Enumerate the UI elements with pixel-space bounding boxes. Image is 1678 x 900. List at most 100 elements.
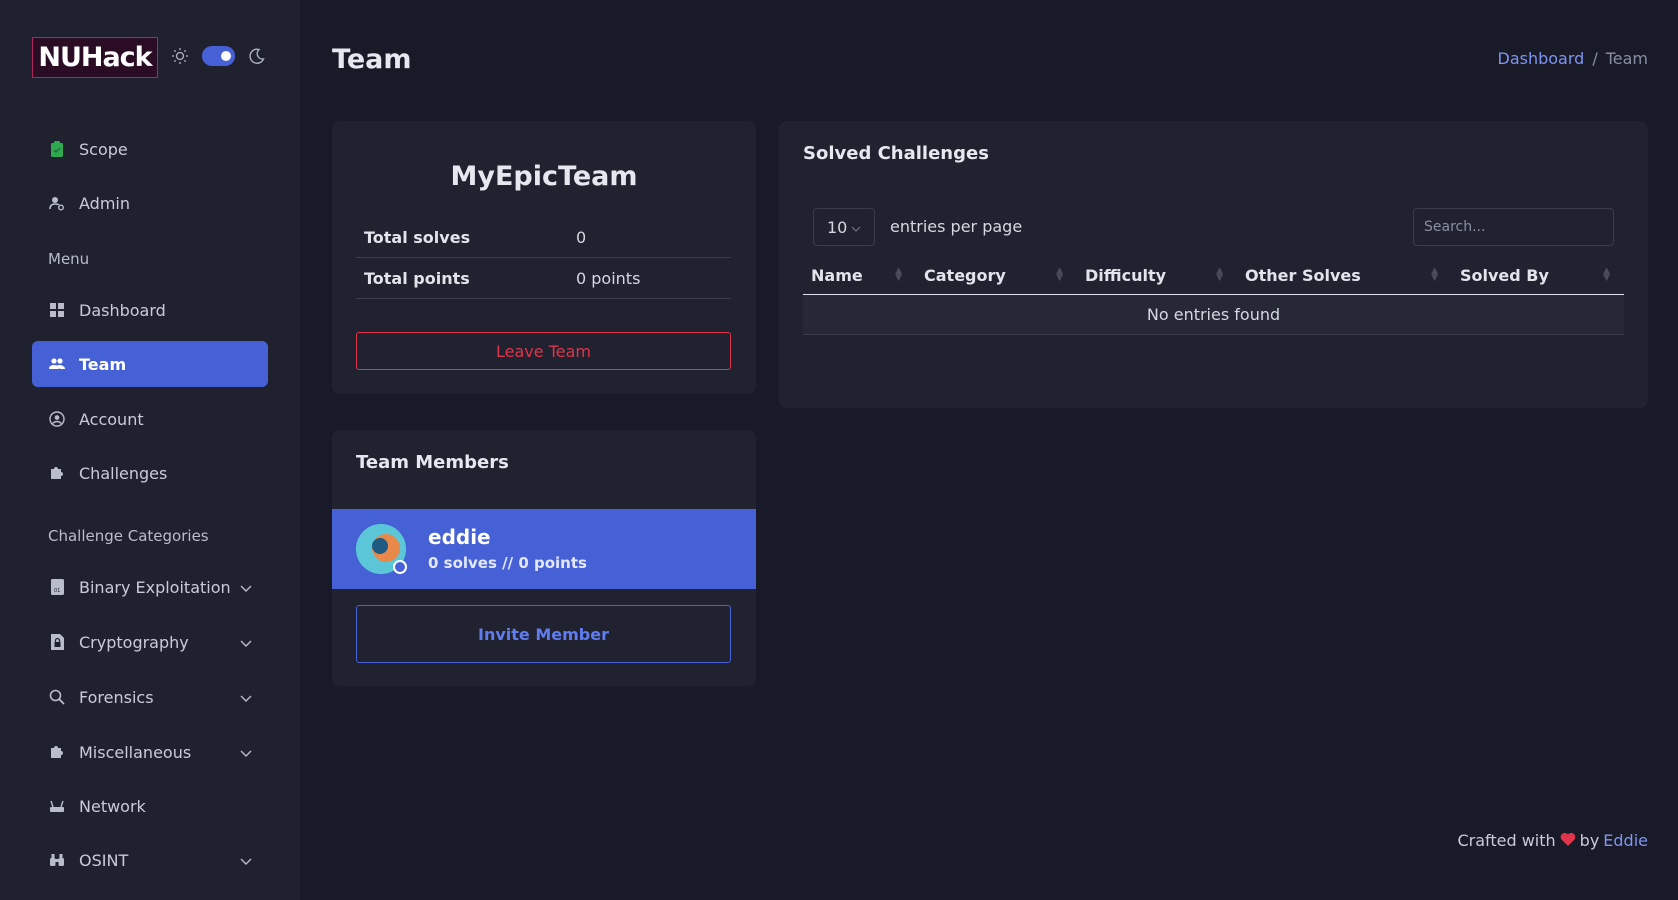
breadcrumb-home-link[interactable]: Dashboard [1498, 49, 1585, 68]
column-label: Difficulty [1085, 265, 1167, 285]
list-item[interactable]: eddie 0 solves // 0 points [332, 509, 756, 589]
sort-icon: ▲ ▼ [895, 266, 902, 283]
sidebar-item-label: Scope [79, 139, 128, 159]
chevron-down-icon [240, 688, 252, 707]
breadcrumb-separator: / [1592, 49, 1598, 68]
sun-icon [170, 46, 190, 66]
member-summary: 0 solves // 0 points [428, 554, 587, 572]
grid-icon [47, 300, 67, 320]
chevron-down-icon [240, 743, 252, 762]
sidebar-item-forensics[interactable]: Forensics [32, 674, 268, 720]
sidebar-item-label: Network [79, 796, 146, 816]
sidebar: NUHack Scope Admin Menu Dashboard Team A… [0, 0, 300, 900]
puzzle-icon [47, 463, 67, 483]
sidebar-item-team[interactable]: Team [32, 341, 268, 387]
sidebar-item-binary-exploitation[interactable]: 01 Binary Exploitation [32, 564, 268, 610]
sidebar-item-label: Challenges [79, 463, 168, 483]
column-header-difficulty[interactable]: Difficulty ▲ ▼ [1077, 256, 1237, 294]
sidebar-item-challenges[interactable]: Challenges [32, 450, 268, 496]
footer-by: by [1579, 831, 1600, 850]
sidebar-item-label: OSINT [79, 850, 129, 870]
stat-total-solves: Total solves 0 [356, 217, 731, 258]
member-name: eddie [428, 525, 491, 549]
stat-total-points: Total points 0 points [356, 258, 731, 299]
sidebar-item-label: Miscellaneous [79, 742, 192, 762]
sidebar-item-label: Binary Exploitation [79, 577, 231, 597]
column-label: Name [811, 265, 863, 285]
entries-per-page-select[interactable]: 10 [813, 208, 875, 246]
heart-icon [1560, 831, 1576, 850]
user-circle-icon [47, 409, 67, 429]
column-header-name[interactable]: Name ▲ ▼ [803, 256, 916, 294]
binary-file-icon: 01 [47, 577, 67, 597]
binoculars-icon [47, 850, 67, 870]
breadcrumb: Dashboard / Team [1498, 49, 1649, 68]
leave-team-button[interactable]: Leave Team [356, 332, 731, 370]
chevron-down-icon [240, 851, 252, 870]
theme-switcher [170, 46, 267, 66]
clipboard-icon [47, 139, 67, 159]
stat-label: Total points [364, 268, 470, 288]
page-title: Team [332, 44, 412, 75]
sidebar-item-label: Admin [79, 193, 130, 213]
sidebar-item-label: Forensics [79, 687, 154, 707]
stat-label: Total solves [364, 227, 471, 247]
breadcrumb-current: Team [1605, 49, 1648, 68]
members-title: Team Members [356, 452, 509, 473]
column-header-solved-by[interactable]: Solved By ▲ ▼ [1452, 256, 1624, 294]
toggle-knob [221, 51, 231, 61]
online-status-dot [393, 560, 407, 574]
theme-toggle[interactable] [202, 46, 235, 66]
solved-title: Solved Challenges [803, 143, 989, 164]
team-name: MyEpicTeam [450, 161, 638, 192]
table-header: Name ▲ ▼ Category ▲ ▼ Difficulty ▲ ▼ Other Sol… [803, 256, 1624, 295]
solved-challenges-card: Solved Challenges 10 entries per page Na… [779, 121, 1648, 408]
lock-file-icon [47, 632, 67, 652]
table-empty-row: No entries found [803, 295, 1624, 335]
sidebar-item-label: Team [79, 354, 127, 374]
sidebar-item-network[interactable]: Network [32, 783, 268, 829]
sidebar-item-account[interactable]: Account [32, 396, 268, 442]
column-label: Solved By [1460, 265, 1549, 285]
team-summary-card: MyEpicTeam Total solves 0 Total points 0… [332, 121, 756, 394]
chevron-down-icon [240, 633, 252, 652]
sidebar-item-admin[interactable]: Admin [32, 180, 268, 226]
sidebar-item-label: Cryptography [79, 632, 189, 652]
sidebar-item-miscellaneous[interactable]: Miscellaneous [32, 729, 268, 775]
column-label: Category [924, 265, 1006, 285]
users-icon [47, 354, 67, 374]
footer-prefix: Crafted with [1457, 831, 1556, 850]
search-input[interactable] [1413, 208, 1614, 246]
invite-member-button[interactable]: Invite Member [356, 605, 731, 663]
sidebar-item-scope[interactable]: Scope [32, 126, 268, 172]
column-header-category[interactable]: Category ▲ ▼ [916, 256, 1077, 294]
sort-icon: ▲ ▼ [1603, 266, 1610, 283]
sidebar-item-label: Account [79, 409, 144, 429]
sidebar-item-dashboard[interactable]: Dashboard [32, 287, 268, 333]
stat-value: 0 points [576, 268, 641, 288]
sort-icon: ▲ ▼ [1216, 266, 1223, 283]
network-icon [47, 796, 67, 816]
moon-icon [247, 46, 267, 66]
svg-text:01: 01 [54, 588, 60, 594]
team-members-card: Team Members eddie 0 solves // 0 points … [332, 430, 756, 686]
column-header-other-solves[interactable]: Other Solves ▲ ▼ [1237, 256, 1452, 294]
puzzle-icon [47, 742, 67, 762]
menu-section-label: Menu [48, 250, 90, 268]
brand-logo[interactable]: NUHack [32, 37, 158, 78]
sort-icon: ▲ ▼ [1056, 266, 1063, 283]
user-gear-icon [47, 193, 67, 213]
categories-section-label: Challenge Categories [48, 527, 209, 545]
column-label: Other Solves [1245, 265, 1361, 285]
entries-value: 10 [827, 217, 848, 237]
sidebar-item-cryptography[interactable]: Cryptography [32, 619, 268, 665]
sidebar-item-osint[interactable]: OSINT [32, 837, 268, 883]
footer: Crafted with by Eddie [1457, 831, 1648, 850]
stat-value: 0 [576, 227, 587, 247]
sidebar-item-label: Dashboard [79, 300, 166, 320]
chevron-down-icon [851, 218, 861, 237]
entries-label: entries per page [890, 217, 1023, 236]
chevron-down-icon [240, 578, 252, 597]
footer-author-link[interactable]: Eddie [1603, 831, 1648, 850]
brand[interactable]: NUHack [32, 37, 158, 78]
